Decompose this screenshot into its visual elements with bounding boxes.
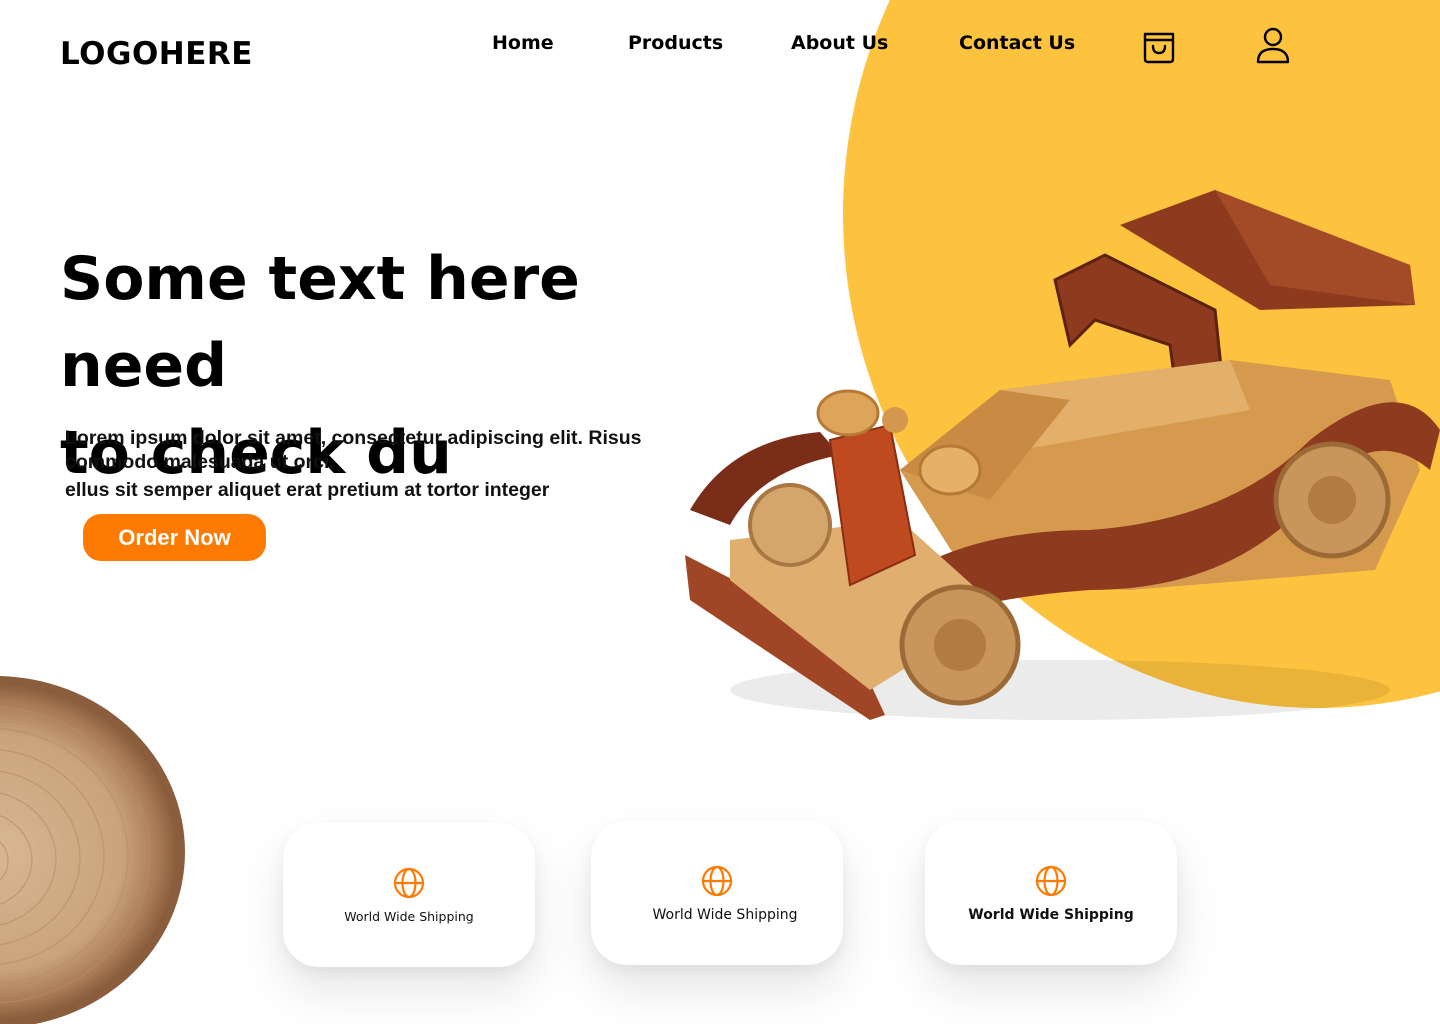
globe-icon [1035,865,1067,897]
feature-label: World Wide Shipping [652,907,798,923]
hero-paragraph-2: ellus sit semper aliquet erat pretium at… [65,479,550,501]
hero-description: Lorem ipsum dolor sit amet, consectetur … [65,426,685,502]
feature-card-shipping-1: World Wide Shipping [283,823,535,967]
globe-icon [701,865,733,897]
hero-paragraph-1: Lorem ipsum dolor sit amet, consectetur … [65,427,642,473]
globe-icon [393,867,425,899]
feature-card-shipping-3: World Wide Shipping [925,821,1177,965]
nav-products[interactable]: Products [628,32,723,54]
main-nav: Home Products About Us Contact Us [0,32,1440,62]
feature-label: World Wide Shipping [968,907,1134,923]
nav-home[interactable]: Home [492,32,554,54]
nav-contact-us[interactable]: Contact Us [959,32,1075,54]
feature-label: World Wide Shipping [344,909,474,924]
hero-title-line-1: Some text here need [60,244,580,401]
landing-page: LOGOHERE Home Products About Us Contact … [0,0,1440,1024]
feature-card-shipping-2: World Wide Shipping [591,821,843,965]
user-icon[interactable] [1256,27,1290,64]
shopping-bag-icon[interactable] [1142,28,1176,64]
order-now-button[interactable]: Order Now [83,514,266,561]
nav-about-us[interactable]: About Us [791,32,888,54]
wood-slice-image [0,676,185,1024]
wooden-toy-car-image [685,190,1440,720]
